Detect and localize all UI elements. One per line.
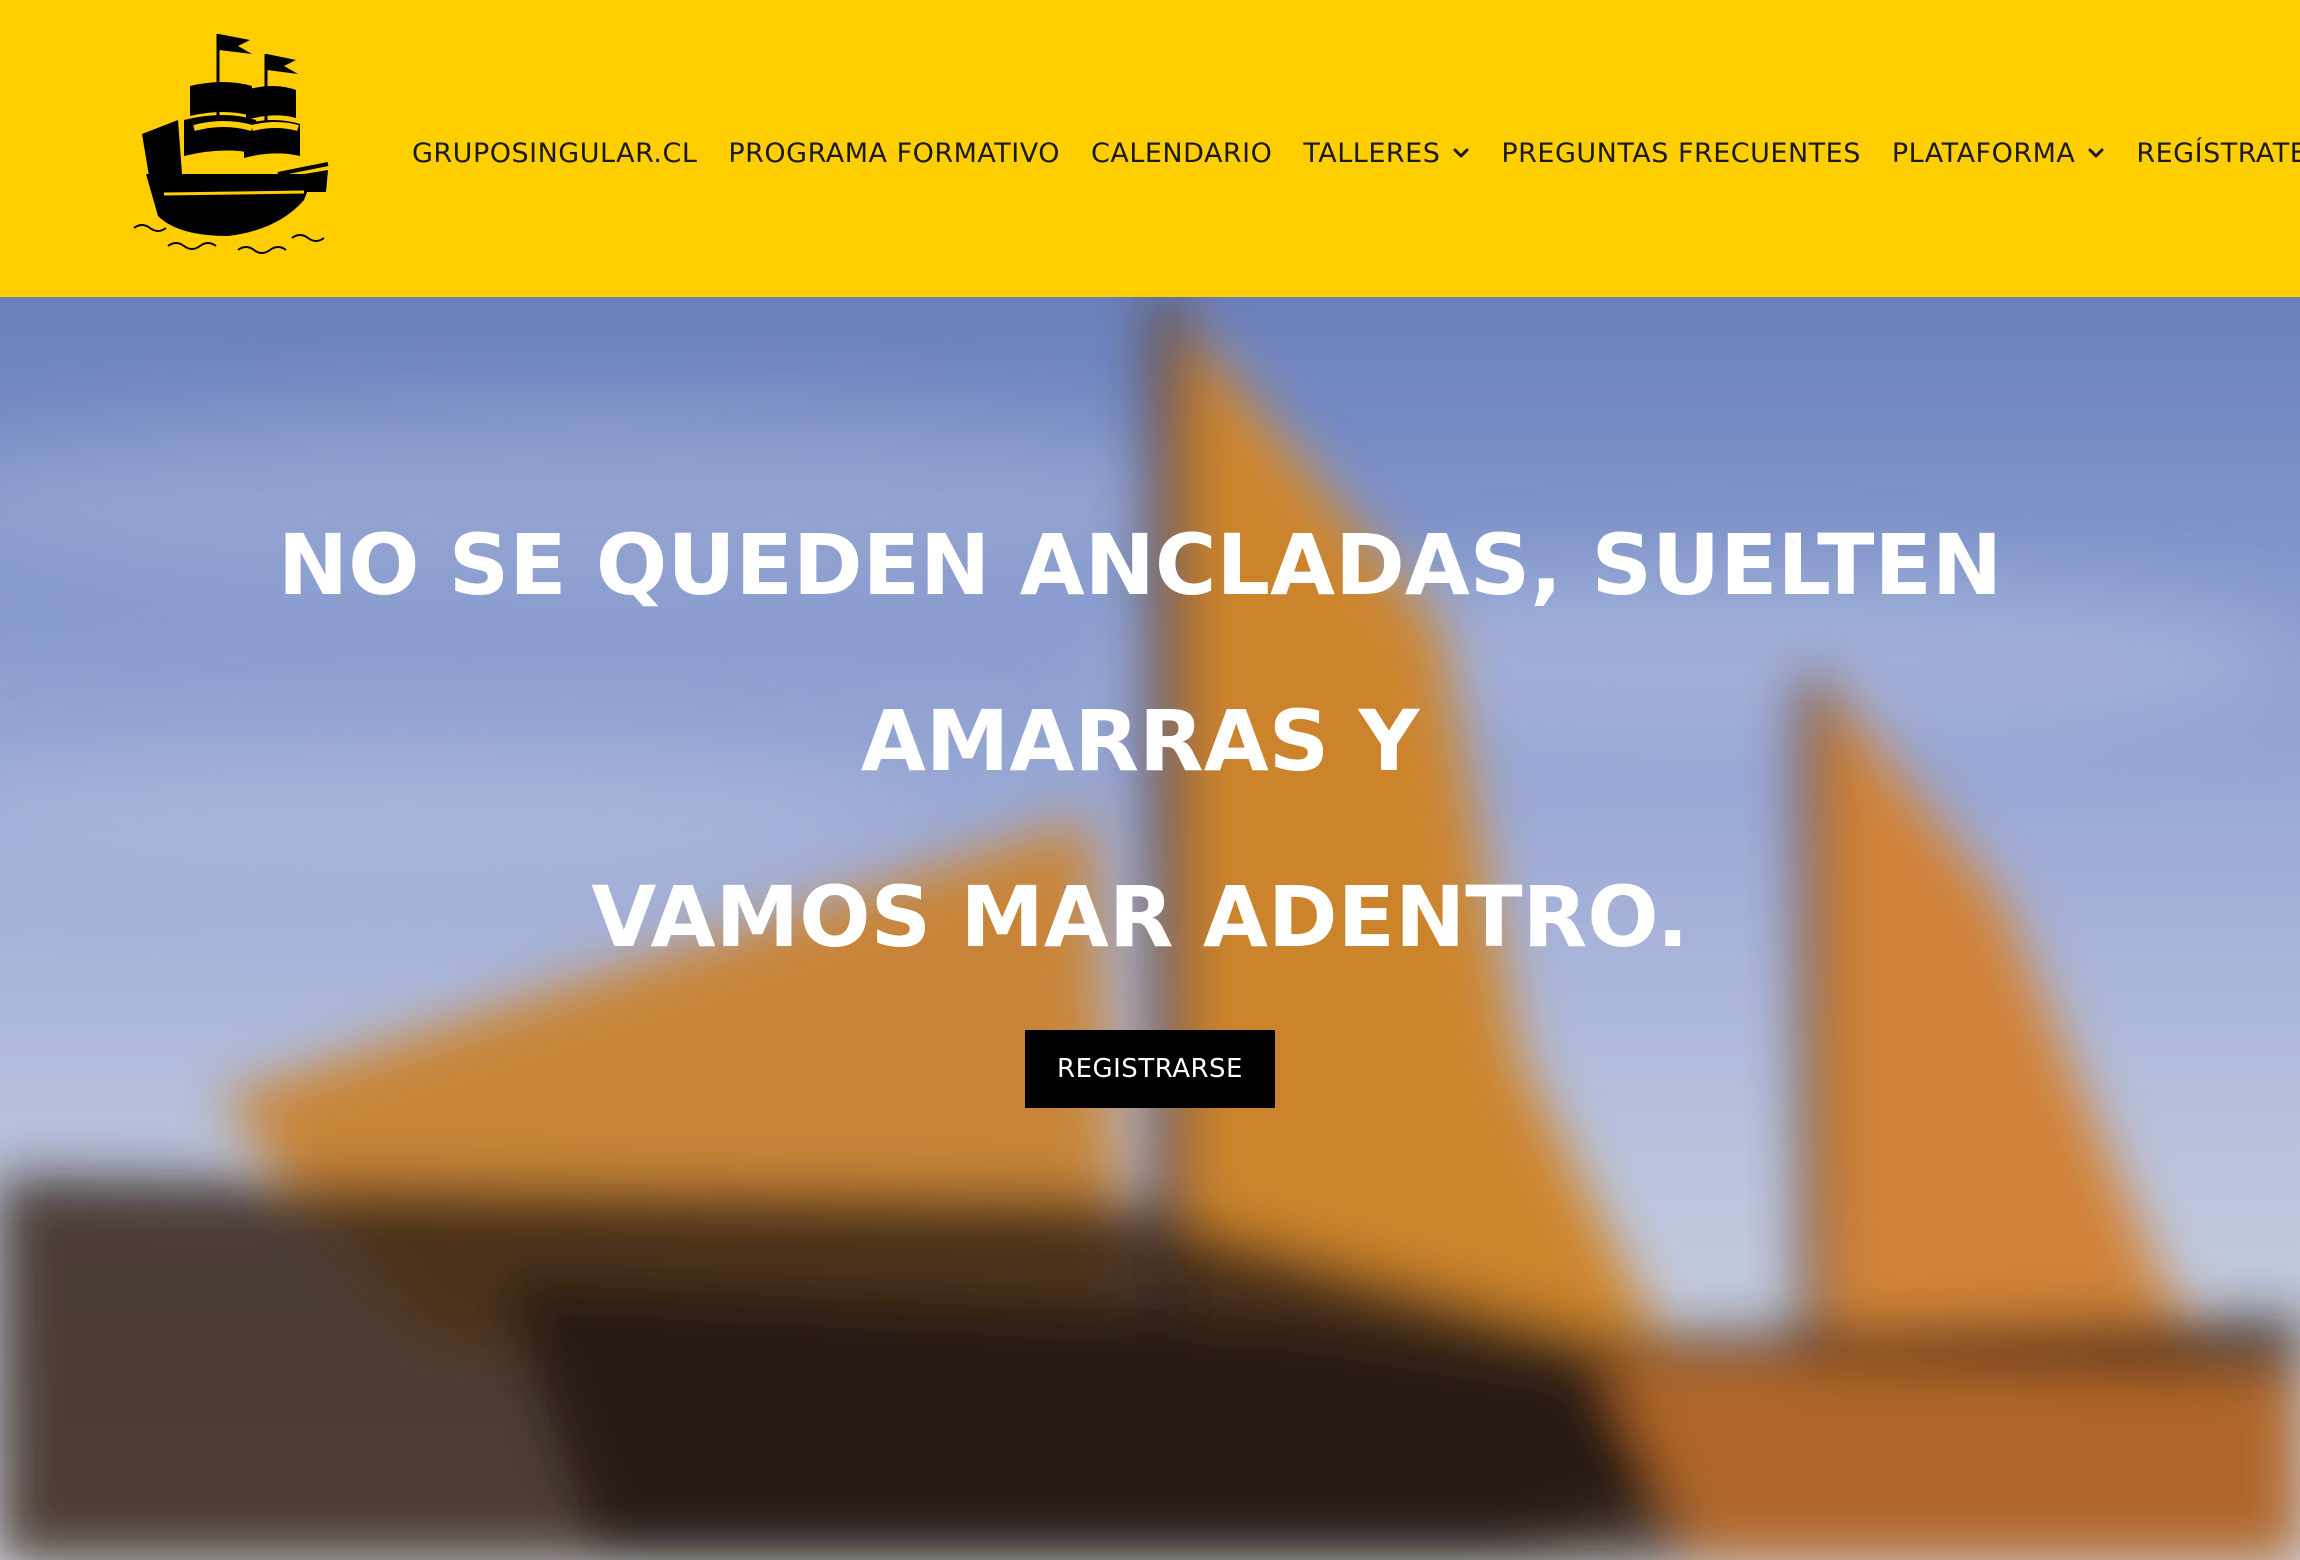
nav-item-label: PREGUNTAS FRECUENTES — [1501, 137, 1861, 169]
site-header: GRUPOSINGULAR.CL PROGRAMA FORMATIVO CALE… — [0, 0, 2300, 297]
chevron-down-icon[interactable] — [1452, 144, 1470, 162]
hero-title-line-1: NO SE QUEDEN ANCLADAS, SUELTEN AMARRAS Y — [277, 516, 2003, 790]
hero-title: NO SE QUEDEN ANCLADAS, SUELTEN AMARRAS Y… — [120, 477, 2160, 1005]
nav-item-gruposingular[interactable]: GRUPOSINGULAR.CL — [412, 138, 697, 169]
nav-item-label: REGÍSTRATE — [2136, 137, 2300, 169]
nav-item-talleres[interactable]: TALLERES — [1303, 138, 1470, 169]
nav-item-programa-formativo[interactable]: PROGRAMA FORMATIVO — [728, 138, 1060, 169]
nav-item-label: PLATAFORMA — [1891, 137, 2076, 169]
nav-item-label: CALENDARIO — [1091, 137, 1273, 169]
hero-title-line-2: VAMOS MAR ADENTRO. — [591, 868, 1689, 966]
nav-item-label: GRUPOSINGULAR.CL — [412, 137, 698, 169]
site-logo[interactable] — [128, 24, 333, 264]
nav-item-plataforma[interactable]: PLATAFORMA — [1892, 138, 2106, 169]
main-nav: GRUPOSINGULAR.CL PROGRAMA FORMATIVO CALE… — [412, 130, 2300, 176]
register-button[interactable]: REGISTRARSE — [1025, 1030, 1275, 1108]
nav-item-label: PROGRAMA FORMATIVO — [728, 137, 1060, 169]
nav-item-registrate[interactable]: REGÍSTRATE — [2136, 138, 2300, 169]
page: GRUPOSINGULAR.CL PROGRAMA FORMATIVO CALE… — [0, 0, 2300, 1560]
nav-item-label: TALLERES — [1303, 137, 1441, 169]
hero-section: NO SE QUEDEN ANCLADAS, SUELTEN AMARRAS Y… — [0, 297, 2300, 1560]
nav-item-preguntas-frecuentes[interactable]: PREGUNTAS FRECUENTES — [1501, 138, 1860, 169]
galleon-ship-icon — [133, 34, 329, 254]
nav-item-calendario[interactable]: CALENDARIO — [1091, 138, 1272, 169]
chevron-down-icon[interactable] — [2087, 144, 2105, 162]
